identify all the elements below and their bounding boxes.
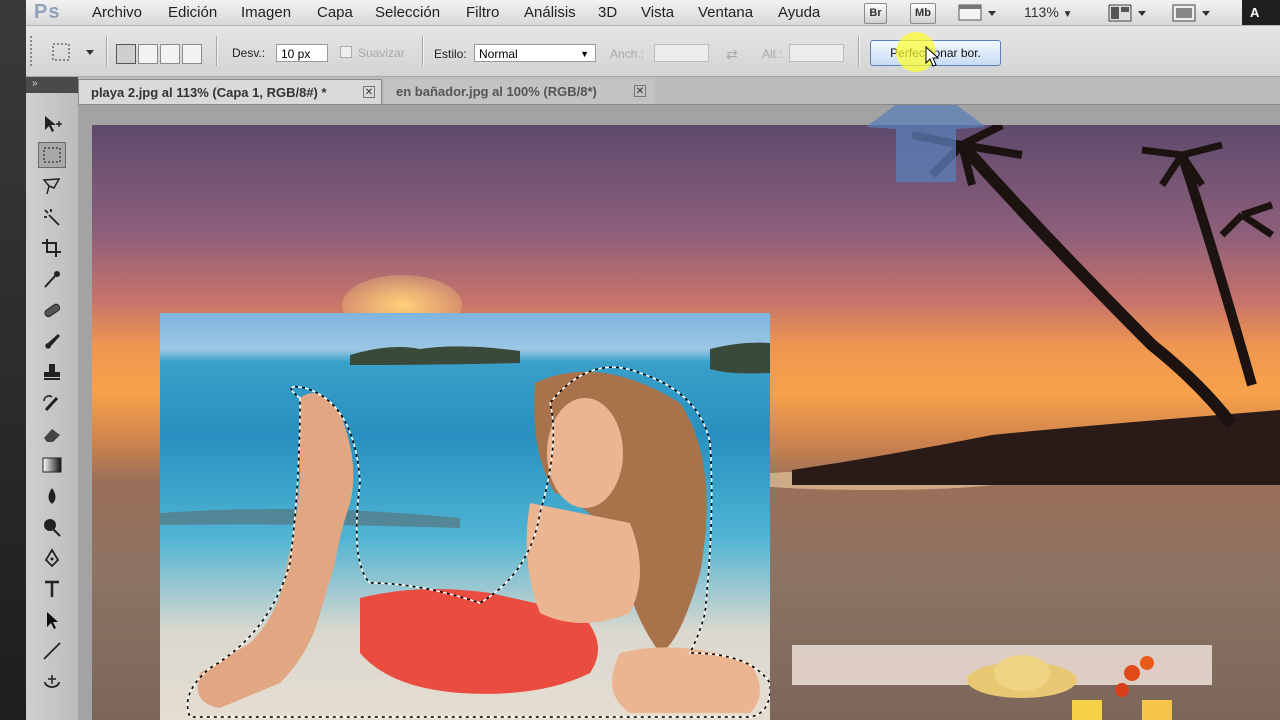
divider	[858, 36, 859, 66]
menu-filtro[interactable]: Filtro	[466, 0, 499, 25]
menu-ayuda[interactable]: Ayuda	[778, 0, 820, 25]
lasso-tool-icon[interactable]	[38, 173, 66, 199]
eyedropper-tool-icon[interactable]	[38, 266, 66, 292]
close-icon[interactable]: ✕	[363, 86, 375, 98]
new-selection-icon[interactable]	[116, 44, 136, 64]
menu-3d[interactable]: 3D	[598, 0, 617, 25]
menu-imagen[interactable]: Imagen	[241, 0, 291, 25]
screen-layout-icon[interactable]	[1172, 3, 1212, 28]
line-tool-icon[interactable]	[38, 638, 66, 664]
pen-tool-icon[interactable]	[38, 545, 66, 571]
antialias-checkbox[interactable]	[340, 46, 352, 58]
menu-capa[interactable]: Capa	[317, 0, 353, 25]
crop-tool-icon[interactable]	[38, 235, 66, 261]
divider	[422, 36, 423, 66]
tutorial-arrow-icon	[866, 105, 986, 182]
tab-playa-2[interactable]: playa 2.jpg al 113% (Capa 1, RGB/8#) * ✕	[78, 79, 382, 104]
swap-dimensions-icon[interactable]: ⇄	[726, 46, 738, 63]
photoshop-window: Ps Archivo Edición Imagen Capa Selección…	[26, 0, 1280, 720]
app-logo: Ps	[34, 1, 61, 23]
brush-tool-icon[interactable]	[38, 328, 66, 354]
height-input[interactable]	[789, 44, 844, 62]
screen-mode-icon[interactable]	[958, 3, 998, 28]
style-label: Estilo:	[434, 47, 467, 61]
menu-bar: Ps Archivo Edición Imagen Capa Selección…	[26, 0, 1280, 26]
menu-edicion[interactable]: Edición	[168, 0, 217, 25]
document-tab-bar: playa 2.jpg al 113% (Capa 1, RGB/8#) * ✕…	[78, 77, 1280, 105]
desktop-strip	[0, 0, 26, 720]
menu-vista[interactable]: Vista	[641, 0, 674, 25]
subtract-from-selection-icon[interactable]	[160, 44, 180, 64]
collapse-icon[interactable]: »	[32, 78, 38, 89]
chevron-down-icon: ▼	[580, 49, 589, 59]
menu-seleccion[interactable]: Selección	[375, 0, 440, 25]
3d-rotate-tool-icon[interactable]	[38, 669, 66, 695]
move-tool-icon[interactable]	[38, 111, 66, 137]
width-label: Anch.:	[610, 47, 645, 61]
type-tool-icon[interactable]	[38, 576, 66, 602]
width-input[interactable]	[654, 44, 709, 62]
gradient-tool-icon[interactable]	[38, 452, 66, 478]
chevron-down-icon: ▼	[1062, 9, 1073, 20]
arrange-documents-icon[interactable]	[1108, 3, 1148, 28]
divider	[106, 36, 107, 66]
add-to-selection-icon[interactable]	[138, 44, 158, 64]
intersect-selection-icon[interactable]	[182, 44, 202, 64]
menu-ventana[interactable]: Ventana	[698, 0, 753, 25]
bridge-button[interactable]: Br	[864, 3, 887, 24]
tab-en-banador[interactable]: en bañador.jpg al 100% (RGB/8*) ✕	[384, 79, 654, 104]
healing-brush-tool-icon[interactable]	[38, 297, 66, 323]
tab-label: playa 2.jpg al 113% (Capa 1, RGB/8#) *	[91, 85, 327, 100]
canvas-area[interactable]	[78, 105, 1280, 720]
magic-wand-tool-icon[interactable]	[38, 204, 66, 230]
close-icon[interactable]: ✕	[634, 85, 646, 97]
divider	[216, 36, 217, 66]
zoom-value: 113%	[1024, 4, 1059, 20]
clone-stamp-tool-icon[interactable]	[38, 359, 66, 385]
grip-handle[interactable]	[30, 36, 38, 66]
tools-panel-header[interactable]: »	[26, 77, 78, 93]
menu-archivo[interactable]: Archivo	[92, 0, 142, 25]
document-canvas[interactable]	[92, 125, 1280, 720]
height-label: Alt.:	[762, 47, 783, 61]
antialias-label: Suavizar	[358, 46, 405, 60]
model-photo	[160, 342, 770, 718]
tab-label: en bañador.jpg al 100% (RGB/8*)	[396, 84, 597, 99]
feather-input[interactable]: 10 px	[276, 44, 328, 62]
history-brush-tool-icon[interactable]	[38, 390, 66, 416]
dodge-tool-icon[interactable]	[38, 514, 66, 540]
path-selection-tool-icon[interactable]	[38, 607, 66, 633]
zoom-level[interactable]: 113% ▼	[1024, 0, 1073, 27]
pasted-layer-photo[interactable]	[160, 313, 770, 720]
style-select[interactable]: Normal ▼	[474, 44, 596, 62]
feather-label: Desv.:	[232, 46, 266, 60]
marquee-preset-icon[interactable]	[50, 41, 96, 68]
style-value: Normal	[479, 47, 518, 61]
menu-analisis[interactable]: Análisis	[524, 0, 576, 25]
rectangular-marquee-tool-icon[interactable]	[38, 142, 66, 168]
workspace-button[interactable]: A	[1242, 0, 1280, 25]
mouse-cursor-icon	[924, 45, 940, 73]
blur-tool-icon[interactable]	[38, 483, 66, 509]
tools-panel: »	[26, 77, 79, 720]
eraser-tool-icon[interactable]	[38, 421, 66, 447]
options-bar: Desv.: 10 px Suavizar Estilo: Normal ▼ A…	[26, 26, 1280, 77]
mini-bridge-button[interactable]: Mb	[910, 3, 936, 24]
